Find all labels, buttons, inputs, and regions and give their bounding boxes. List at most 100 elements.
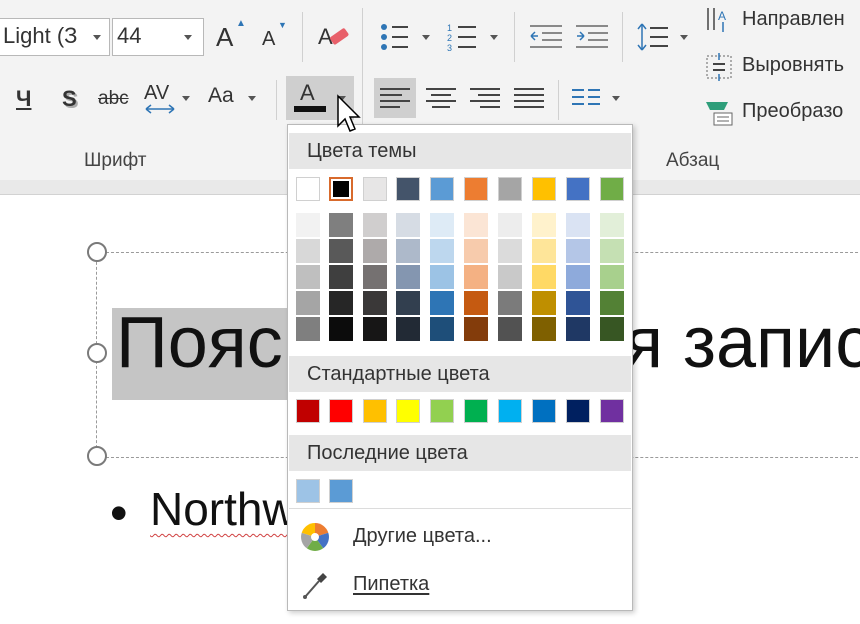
font-size-chevron-down-icon[interactable] [184, 35, 192, 40]
underline-button[interactable]: Ч [16, 86, 31, 112]
theme-shade-swatch[interactable] [464, 317, 488, 341]
standard-color-swatch[interactable] [566, 399, 590, 423]
theme-shade-swatch[interactable] [600, 213, 624, 237]
theme-shade-swatch[interactable] [396, 317, 420, 341]
theme-shade-swatch[interactable] [296, 265, 320, 289]
decrease-indent-button[interactable] [528, 22, 564, 52]
convert-smartart-button[interactable]: Преобразо [702, 96, 860, 130]
standard-color-swatch[interactable] [396, 399, 420, 423]
clear-formatting-button[interactable]: A [316, 20, 352, 54]
theme-shade-swatch[interactable] [396, 239, 420, 263]
theme-shade-swatch[interactable] [363, 213, 387, 237]
theme-shade-swatch[interactable] [296, 213, 320, 237]
line-spacing-button[interactable] [636, 20, 692, 54]
theme-shade-swatch[interactable] [296, 239, 320, 263]
theme-shade-swatch[interactable] [464, 291, 488, 315]
standard-color-swatch[interactable] [363, 399, 387, 423]
theme-shade-swatch[interactable] [363, 317, 387, 341]
shadow-button[interactable]: S [62, 86, 77, 112]
bullets-button[interactable] [378, 20, 434, 54]
resize-handle-bottom-left[interactable] [87, 446, 107, 466]
theme-shade-swatch[interactable] [430, 213, 454, 237]
standard-color-swatch[interactable] [296, 399, 320, 423]
theme-color-swatch[interactable] [396, 177, 420, 201]
theme-shade-swatch[interactable] [430, 239, 454, 263]
theme-shade-swatch[interactable] [329, 213, 353, 237]
font-name-chevron-down-icon[interactable] [93, 35, 101, 40]
theme-shade-swatch[interactable] [600, 265, 624, 289]
theme-shade-swatch[interactable] [566, 239, 590, 263]
text-direction-button[interactable]: A Направлен [702, 4, 860, 38]
more-colors-item[interactable]: Другие цвета... [289, 515, 631, 559]
theme-color-swatch[interactable] [329, 177, 353, 201]
numbering-button[interactable]: 1 2 3 [446, 20, 502, 54]
theme-color-swatch[interactable] [600, 177, 624, 201]
theme-shade-swatch[interactable] [498, 239, 522, 263]
change-case-button[interactable]: Aa [206, 84, 262, 114]
theme-shade-swatch[interactable] [296, 291, 320, 315]
theme-shade-swatch[interactable] [464, 265, 488, 289]
theme-shade-swatch[interactable] [363, 291, 387, 315]
theme-color-swatch[interactable] [296, 177, 320, 201]
theme-shade-swatch[interactable] [566, 213, 590, 237]
theme-color-swatch[interactable] [363, 177, 387, 201]
align-left-button[interactable] [374, 78, 416, 118]
theme-color-swatch[interactable] [566, 177, 590, 201]
theme-shade-swatch[interactable] [498, 291, 522, 315]
theme-shade-swatch[interactable] [363, 265, 387, 289]
theme-shade-swatch[interactable] [430, 291, 454, 315]
theme-shade-swatch[interactable] [329, 291, 353, 315]
theme-shade-swatch[interactable] [532, 239, 556, 263]
standard-color-swatch[interactable] [329, 399, 353, 423]
theme-shade-swatch[interactable] [396, 213, 420, 237]
align-center-button[interactable] [420, 78, 462, 118]
theme-shade-swatch[interactable] [396, 265, 420, 289]
theme-shade-swatch[interactable] [296, 317, 320, 341]
justify-button[interactable] [508, 78, 550, 118]
theme-shade-swatch[interactable] [329, 317, 353, 341]
standard-color-swatch[interactable] [464, 399, 488, 423]
increase-indent-button[interactable] [574, 22, 610, 52]
theme-shade-swatch[interactable] [600, 291, 624, 315]
standard-color-swatch[interactable] [430, 399, 454, 423]
theme-shade-swatch[interactable] [566, 265, 590, 289]
theme-shade-swatch[interactable] [464, 239, 488, 263]
theme-shade-swatch[interactable] [600, 317, 624, 341]
resize-handle-middle-left[interactable] [87, 343, 107, 363]
columns-button[interactable] [568, 80, 624, 116]
theme-shade-swatch[interactable] [329, 239, 353, 263]
recent-color-swatch[interactable] [329, 479, 353, 503]
strikethrough-button[interactable]: abc [98, 88, 129, 110]
theme-shade-swatch[interactable] [396, 291, 420, 315]
theme-shade-swatch[interactable] [329, 265, 353, 289]
align-right-button[interactable] [464, 78, 506, 118]
theme-color-swatch[interactable] [498, 177, 522, 201]
resize-handle-top-left[interactable] [87, 242, 107, 262]
recent-color-swatch[interactable] [296, 479, 320, 503]
eyedropper-item[interactable]: Пипетка [289, 563, 631, 607]
theme-shade-swatch[interactable] [498, 317, 522, 341]
theme-shade-swatch[interactable] [430, 265, 454, 289]
theme-shade-swatch[interactable] [566, 291, 590, 315]
theme-color-swatch[interactable] [430, 177, 454, 201]
theme-shade-swatch[interactable] [600, 239, 624, 263]
theme-shade-swatch[interactable] [498, 213, 522, 237]
slide-title-right[interactable]: я запис [624, 302, 860, 384]
character-spacing-button[interactable]: AV [140, 80, 196, 118]
align-text-button[interactable]: Выровнять [702, 50, 860, 84]
theme-shade-swatch[interactable] [532, 291, 556, 315]
slide-title-left[interactable]: Пояс [116, 302, 283, 384]
theme-color-swatch[interactable] [464, 177, 488, 201]
theme-shade-swatch[interactable] [566, 317, 590, 341]
standard-color-swatch[interactable] [498, 399, 522, 423]
theme-shade-swatch[interactable] [363, 239, 387, 263]
theme-color-swatch[interactable] [532, 177, 556, 201]
theme-shade-swatch[interactable] [430, 317, 454, 341]
standard-color-swatch[interactable] [600, 399, 624, 423]
theme-shade-swatch[interactable] [498, 265, 522, 289]
grow-font-button[interactable]: A ▲ [214, 18, 246, 56]
standard-color-swatch[interactable] [532, 399, 556, 423]
shrink-font-button[interactable]: A ▼ [258, 18, 288, 56]
theme-shade-swatch[interactable] [532, 265, 556, 289]
theme-shade-swatch[interactable] [532, 317, 556, 341]
